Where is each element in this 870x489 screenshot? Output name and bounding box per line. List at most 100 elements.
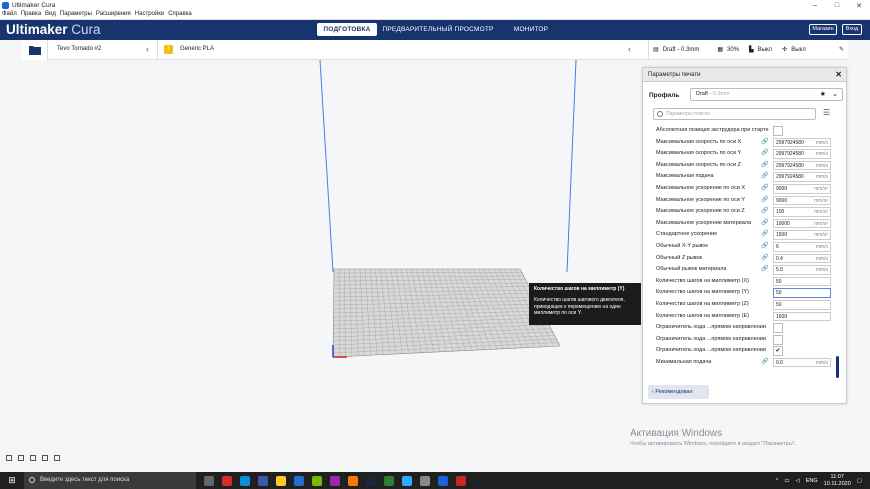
notifications-icon[interactable]: ▢ <box>857 478 862 484</box>
menu-settings[interactable]: Параметры <box>58 11 94 19</box>
maximize-button[interactable]: □ <box>826 2 848 10</box>
link-icon[interactable]: 🔗 <box>761 357 768 369</box>
setting-value-input[interactable]: 10000 mm/s² <box>773 218 831 229</box>
store-icon[interactable] <box>258 475 268 486</box>
taskbar-search-input[interactable]: Введите здесь текст для поиска <box>24 472 196 489</box>
view-3d-icon[interactable] <box>6 455 12 461</box>
material-selector[interactable]: Generic PLA <box>180 46 214 52</box>
setting-value-input[interactable]: 1500 mm/s² <box>773 230 831 240</box>
network-icon[interactable]: ▭ <box>784 478 789 484</box>
sign-in-button[interactable]: Вход <box>842 24 862 35</box>
setting-row: Ограничитель хода ...прямом направлении <box>653 334 833 346</box>
mail-icon[interactable] <box>294 475 304 486</box>
divider <box>157 40 158 60</box>
link-icon[interactable]: 🔗 <box>761 148 768 160</box>
setting-value-input[interactable]: 6 mm/s <box>773 241 831 252</box>
windows-start-icon[interactable]: ⊞ <box>0 475 24 486</box>
printer-selector[interactable]: Tevo Tornado #2 <box>57 46 101 52</box>
setting-value-input[interactable]: 0.0 mm/s <box>773 357 831 368</box>
settings-search-input[interactable]: Параметры поиска <box>653 108 816 120</box>
link-icon[interactable]: 🔗 <box>761 137 768 149</box>
tab-monitor[interactable]: МОНИТОР <box>499 23 563 36</box>
link-icon[interactable]: 🔗 <box>761 171 768 183</box>
app-icon[interactable] <box>348 475 358 486</box>
setting-row: Обычный рывок материала 🔗 5.0 mm/s <box>653 264 833 276</box>
setting-checkbox[interactable] <box>773 323 783 334</box>
setting-label: Количество шагов на миллиметр (E) <box>656 312 749 319</box>
setting-row: Обычный X-Y рывок 🔗 6 mm/s <box>653 241 833 253</box>
view-front-icon[interactable] <box>18 455 24 461</box>
setting-value-input[interactable]: 50 <box>773 288 831 298</box>
link-icon[interactable]: 🔗 <box>761 183 768 195</box>
close-icon[interactable]: ✕ <box>835 68 842 82</box>
setting-checkbox[interactable] <box>773 334 783 345</box>
link-icon[interactable]: 🔗 <box>761 253 768 265</box>
setting-value-input[interactable]: 2997924580 mm/s <box>773 137 831 148</box>
link-icon[interactable]: 🔗 <box>761 218 768 230</box>
chevron-left-icon[interactable]: ‹ <box>628 44 631 54</box>
close-window-button[interactable]: ✕ <box>848 2 870 10</box>
link-icon[interactable]: 🔗 <box>761 241 768 253</box>
view-top-icon[interactable] <box>30 455 36 461</box>
setting-value-input[interactable]: 50 <box>773 299 831 310</box>
print-setup-summary[interactable]: ▤ Draft - 0.3mm ▦ 30% ▙ Выкл ✣ Выкл ✎ <box>648 40 848 60</box>
view-left-icon[interactable] <box>42 455 48 461</box>
menu-preferences[interactable]: Настройки <box>133 11 166 19</box>
menu-extensions[interactable]: Расширения <box>94 11 133 19</box>
setting-value-input[interactable]: 9000 mm/s² <box>773 195 831 206</box>
setting-checkbox[interactable] <box>773 126 783 136</box>
menu-file[interactable]: Файл <box>0 11 19 19</box>
setting-value-input[interactable]: 2997924580 mm/s <box>773 160 831 171</box>
marketplace-button[interactable]: Магазин <box>809 24 837 35</box>
tray-chevron-icon[interactable]: ^ <box>776 478 779 484</box>
photoshop-icon[interactable] <box>402 475 412 486</box>
link-icon[interactable]: 🔗 <box>761 206 768 218</box>
cura-taskbar-icon[interactable] <box>438 475 448 486</box>
link-icon[interactable]: 🔗 <box>761 195 768 207</box>
profile-dropdown[interactable]: Draft - 0.3mm ★ ⌄ <box>690 88 843 101</box>
tab-prepare[interactable]: ПОДГОТОВКА <box>317 23 377 36</box>
hamburger-menu-icon[interactable]: ☰ <box>823 108 830 117</box>
setting-value-input[interactable]: 5.0 mm/s <box>773 265 831 275</box>
app-icon[interactable] <box>456 475 466 486</box>
chevron-left-icon[interactable]: ‹ <box>146 44 149 54</box>
edit-icon[interactable]: ✎ <box>839 46 844 53</box>
settings-scrollbar[interactable] <box>836 356 839 378</box>
open-file-button[interactable] <box>22 40 48 60</box>
menu-edit[interactable]: Правка <box>19 11 43 19</box>
link-icon[interactable]: 🔗 <box>761 264 768 276</box>
minimize-button[interactable]: – <box>804 2 826 10</box>
app-icon[interactable] <box>384 475 394 486</box>
link-icon[interactable]: 🔗 <box>761 229 768 241</box>
setting-value-input[interactable]: 0.4 mm/s <box>773 253 831 264</box>
setting-value-input[interactable]: 1600 <box>773 311 831 322</box>
setting-value-input[interactable]: 9000 mm/s² <box>773 183 831 194</box>
steam-icon[interactable] <box>366 475 376 486</box>
setting-value-input[interactable]: 2997924580 mm/s <box>773 149 831 159</box>
star-icon[interactable]: ★ <box>820 89 826 100</box>
clock[interactable]: 11:07 10.11.2020 <box>824 474 851 487</box>
nvidia-icon[interactable] <box>312 475 322 486</box>
setting-value-input[interactable]: 100 mm/s² <box>773 207 831 217</box>
menu-view[interactable]: Вид <box>43 11 58 19</box>
recommended-button[interactable]: ‹ Рекомендован <box>648 385 709 399</box>
link-icon[interactable]: 🔗 <box>761 160 768 172</box>
app-header: Ultimaker Cura ПОДГОТОВКА ПРЕДВАРИТЕЛЬНЫ… <box>0 20 870 40</box>
explorer-icon[interactable] <box>276 475 286 486</box>
tab-preview[interactable]: ПРЕДВАРИТЕЛЬНЫЙ ПРОСМОТР <box>377 23 499 36</box>
task-view-icon[interactable] <box>204 475 214 486</box>
setting-value-input[interactable]: 2997924580 mm/s <box>773 172 831 182</box>
setting-value: 2997924580 <box>776 139 804 146</box>
opera-icon[interactable] <box>222 475 232 486</box>
volume-icon[interactable]: ◁ <box>796 478 800 484</box>
edge-icon[interactable] <box>240 475 250 486</box>
setting-row: Максимальное ускорение по оси X 🔗 9000 mm/s… <box>653 183 833 195</box>
app-icon[interactable] <box>420 475 430 486</box>
setting-row: Максимальное ускорение по оси Y 🔗 9000 mm/s… <box>653 195 833 207</box>
setting-checkbox[interactable]: ✔ <box>773 346 783 357</box>
setting-value-input[interactable]: 50 <box>773 276 831 287</box>
view-right-icon[interactable] <box>54 455 60 461</box>
app-icon[interactable] <box>330 475 340 486</box>
menu-help[interactable]: Справка <box>166 11 194 19</box>
language-indicator[interactable]: ENG <box>806 478 818 484</box>
